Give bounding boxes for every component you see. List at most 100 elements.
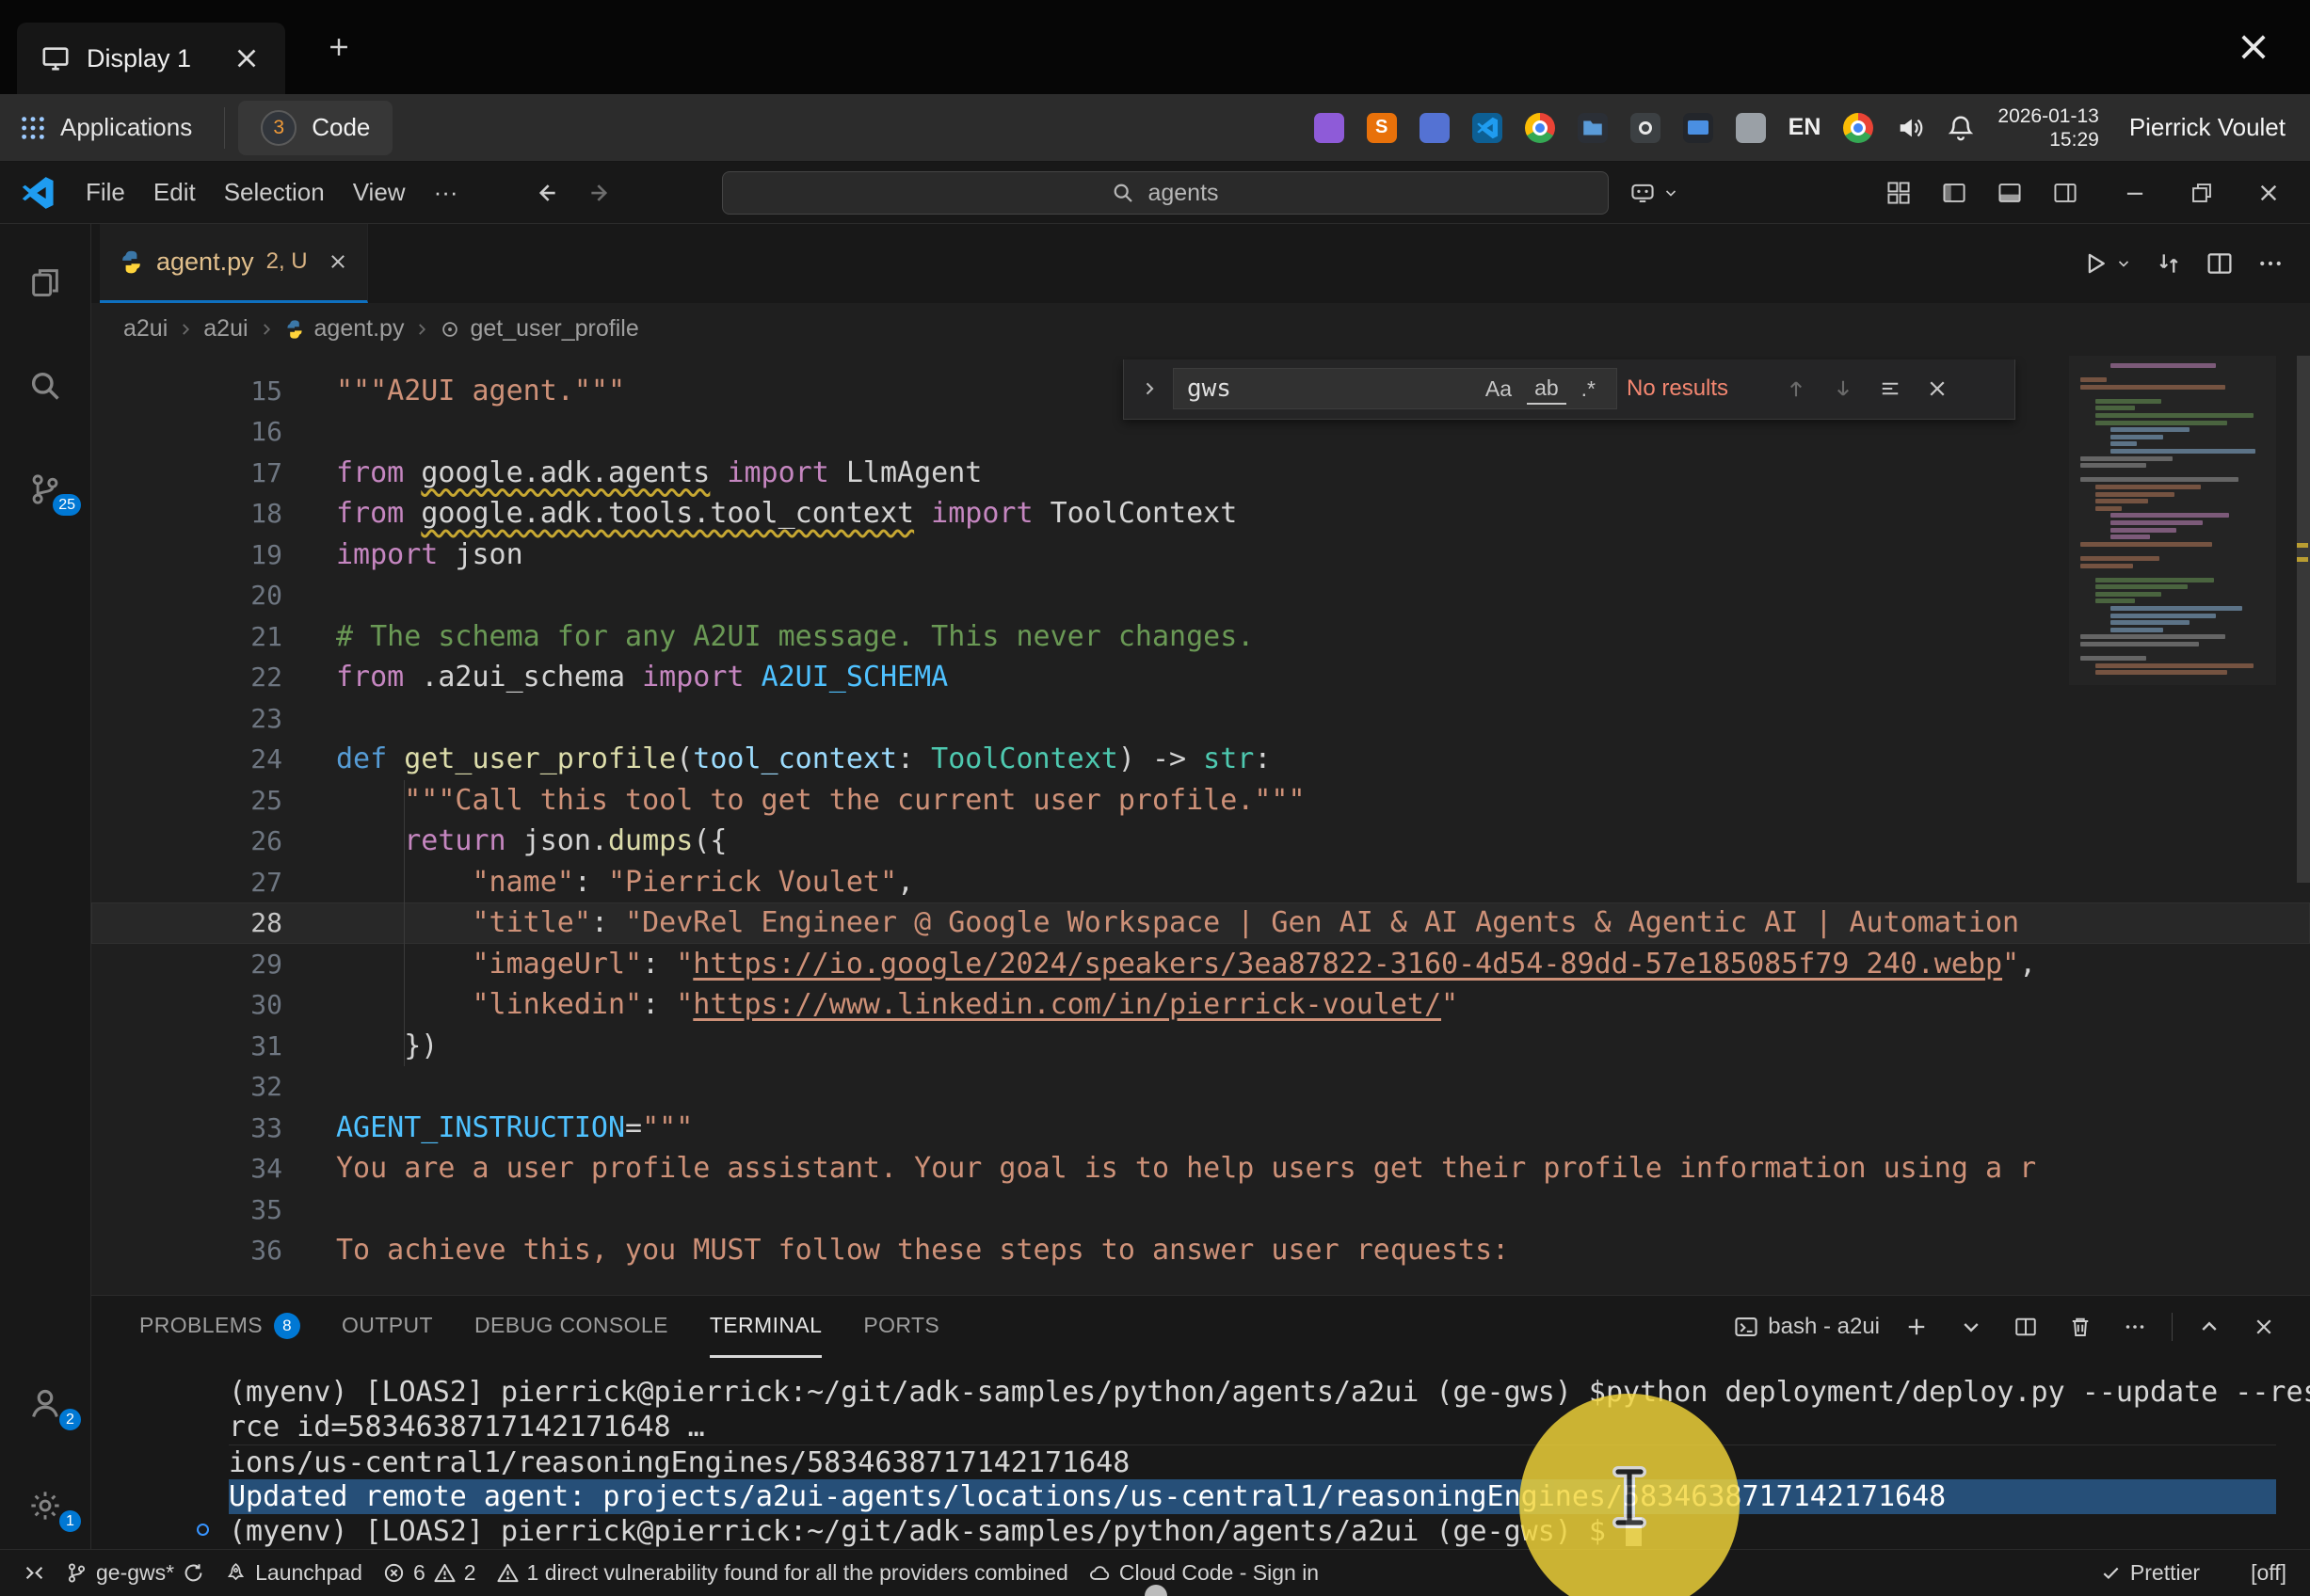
activity-search[interactable] <box>17 363 73 408</box>
terminal-output[interactable]: (myenv) [LOAS2] pierrick@pierrick:~/git/… <box>91 1358 2310 1549</box>
tray-icon-vscode[interactable] <box>1472 113 1502 143</box>
code-line[interactable]: 21# The schema for any A2UI message. Thi… <box>91 616 2310 658</box>
menu-view[interactable]: View <box>339 162 420 223</box>
tray-icon-browser[interactable] <box>1525 113 1555 143</box>
volume-icon[interactable] <box>1896 114 1924 142</box>
branch-status[interactable]: ge-gws* <box>56 1550 215 1596</box>
code-line[interactable]: 32 <box>91 1066 2310 1108</box>
code-line[interactable]: 27 "name": "Pierrick Voulet", <box>91 862 2310 903</box>
code-line[interactable]: 24def get_user_profile(tool_context: Too… <box>91 739 2310 780</box>
prettier-status[interactable]: Prettier <box>2090 1560 2210 1586</box>
toggle-panel-icon[interactable] <box>1989 172 2030 214</box>
code-line[interactable]: 19import json <box>91 535 2310 576</box>
breadcrumb-item[interactable]: get_user_profile <box>470 315 638 343</box>
copilot-menu[interactable] <box>1622 172 1678 214</box>
forward-icon[interactable] <box>587 180 614 206</box>
customize-layout-icon[interactable] <box>1878 172 1919 214</box>
tray-icon-display[interactable] <box>1683 113 1713 143</box>
window-close-icon[interactable] <box>2248 172 2289 214</box>
terminal-line-selected[interactable]: Updated remote agent: projects/a2ui-agen… <box>229 1479 2276 1514</box>
user-menu[interactable]: Pierrick Voulet <box>2129 113 2286 142</box>
command-center-search[interactable]: agents <box>722 171 1609 215</box>
panel-more-icon[interactable] <box>2117 1309 2153 1345</box>
breadcrumb-item[interactable]: a2ui <box>203 315 248 343</box>
menu-file[interactable]: File <box>72 162 139 223</box>
editor-scrollbar[interactable] <box>2297 356 2310 883</box>
tab-close-icon[interactable] <box>328 251 348 272</box>
code-line[interactable]: 33AGENT_INSTRUCTION=""" <box>91 1108 2310 1149</box>
close-panel-icon[interactable] <box>2246 1309 2282 1345</box>
cloud-code-status[interactable]: Cloud Code - Sign in <box>1079 1550 1329 1596</box>
new-display-tab-button[interactable] <box>313 22 364 72</box>
clock[interactable]: 2026-01-13 15:29 <box>1997 104 2098 152</box>
code-line[interactable]: 22from .a2ui_schema import A2UI_SCHEMA <box>91 657 2310 698</box>
activity-settings[interactable]: 1 <box>17 1483 73 1528</box>
code-line[interactable]: 34You are a user profile assistant. Your… <box>91 1148 2310 1189</box>
code-line[interactable]: 29 "imageUrl": "https://io.google/2024/s… <box>91 944 2310 985</box>
tray-icon-blue-app[interactable] <box>1420 113 1450 143</box>
minimize-icon[interactable] <box>2114 172 2156 214</box>
code-editor[interactable]: 15"""A2UI agent."""1617from google.adk.a… <box>91 356 2310 1295</box>
next-match-icon[interactable] <box>1824 370 1862 407</box>
tab-debug-console[interactable]: DEBUG CONSOLE <box>474 1296 668 1358</box>
code-line[interactable]: 26 return json.dumps({ <box>91 821 2310 862</box>
tab-terminal[interactable]: TERMINAL <box>710 1296 823 1358</box>
terminal-line[interactable]: rce id=5834638717142171648 … <box>229 1410 2276 1444</box>
code-line[interactable]: 35 <box>91 1189 2310 1231</box>
breadcrumb-item[interactable]: agent.py <box>314 315 405 343</box>
code-line[interactable]: 31 }) <box>91 1026 2310 1067</box>
previous-match-icon[interactable] <box>1777 370 1815 407</box>
menu-overflow[interactable]: ··· <box>420 162 473 223</box>
breadcrumb-item[interactable]: a2ui <box>123 315 168 343</box>
kill-terminal-icon[interactable] <box>2062 1309 2098 1345</box>
applications-menu[interactable]: Applications <box>0 94 211 161</box>
tab-output[interactable]: OUTPUT <box>342 1296 433 1358</box>
launchpad-status[interactable]: Launchpad <box>215 1550 373 1596</box>
vulnerability-status[interactable]: 1 direct vulnerability found for all the… <box>487 1550 1079 1596</box>
find-input[interactable]: gws Aa ab .* <box>1173 368 1617 409</box>
code-line[interactable]: 20 <box>91 575 2310 616</box>
display-tab[interactable]: Display 1 <box>17 23 285 94</box>
tray-icon-tag[interactable] <box>1736 113 1766 143</box>
tray-icon-purple-app[interactable] <box>1314 113 1344 143</box>
terminal-instance[interactable]: bash - a2ui <box>1734 1314 1880 1340</box>
maximize-panel-icon[interactable] <box>2191 1309 2227 1345</box>
split-terminal-icon[interactable] <box>2008 1309 2044 1345</box>
tab-ports[interactable]: PORTS <box>863 1296 939 1358</box>
toggle-secondary-sidebar-icon[interactable] <box>2045 172 2086 214</box>
open-changes-icon[interactable] <box>2156 250 2182 277</box>
remote-indicator[interactable] <box>13 1550 56 1596</box>
activity-explorer[interactable] <box>17 260 73 305</box>
keyboard-layout-indicator[interactable]: EN <box>1789 114 1821 141</box>
split-editor-icon[interactable] <box>2206 250 2233 277</box>
regex-toggle[interactable]: .* <box>1574 375 1603 404</box>
close-find-icon[interactable] <box>1918 370 1956 407</box>
tray-icon-s-app[interactable]: S <box>1367 113 1397 143</box>
run-python-icon[interactable] <box>2082 250 2109 277</box>
terminal-dropdown-icon[interactable] <box>1953 1309 1989 1345</box>
notifications-icon[interactable] <box>1947 114 1975 142</box>
code-line[interactable]: 28 "title": "DevRel Engineer @ Google Wo… <box>91 902 2310 944</box>
activity-source-control[interactable]: 25 <box>17 467 73 512</box>
code-line[interactable]: 36To achieve this, you MUST follow these… <box>91 1230 2310 1271</box>
tray-icon-screenshot[interactable] <box>1630 113 1660 143</box>
extension-off-status[interactable]: [off] <box>2210 1560 2297 1586</box>
toggle-sidebar-icon[interactable] <box>1933 172 1975 214</box>
run-dropdown-icon[interactable] <box>2116 256 2131 271</box>
terminal-line[interactable]: (myenv) [LOAS2] pierrick@pierrick:~/git/… <box>229 1375 2276 1410</box>
code-line[interactable]: 25 """Call this tool to get the current … <box>91 780 2310 822</box>
menu-selection[interactable]: Selection <box>210 162 339 223</box>
menu-edit[interactable]: Edit <box>139 162 210 223</box>
whole-word-toggle[interactable]: ab <box>1527 374 1566 405</box>
code-line[interactable]: 30 "linkedin": "https://www.linkedin.com… <box>91 984 2310 1026</box>
code-line[interactable]: 23 <box>91 698 2310 740</box>
find-in-selection-icon[interactable] <box>1871 370 1909 407</box>
problems-status[interactable]: 6 2 <box>373 1550 487 1596</box>
tray-icon-chrome[interactable] <box>1843 113 1873 143</box>
restore-icon[interactable] <box>2181 172 2222 214</box>
tab-agent-py[interactable]: agent.py 2, U <box>100 224 368 303</box>
new-terminal-icon[interactable] <box>1899 1309 1934 1345</box>
match-case-toggle[interactable]: Aa <box>1478 375 1519 404</box>
tray-icon-files[interactable] <box>1578 113 1608 143</box>
toggle-replace-icon[interactable] <box>1135 370 1163 407</box>
